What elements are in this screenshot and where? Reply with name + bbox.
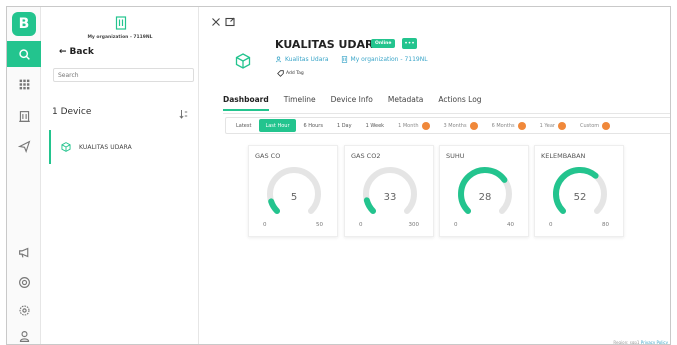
range-custom[interactable]: Custom [574,119,616,132]
device-tabs: Dashboard Timeline Device Info Metadata … [223,95,482,111]
tab-dashboard[interactable]: Dashboard [223,95,269,111]
device-search-input[interactable] [53,68,194,82]
tab-timeline[interactable]: Timeline [284,95,316,111]
device-list-item-label: KUALITAS UDARA [79,143,132,151]
range-6-months[interactable]: 6 Months [486,119,532,132]
tag-icon [277,70,284,77]
range-1-year[interactable]: 1 Year [534,119,572,132]
tab-divider [223,113,670,114]
time-range-selector: Latest Last Hour 6 Hours 1 Day 1 Week 1 … [225,117,670,134]
gauge-fill [458,167,508,214]
gauge-label: SUHU [446,152,465,160]
tab-actions-log[interactable]: Actions Log [438,95,481,111]
blynk-logo[interactable]: B [12,12,36,36]
pro-badge-icon [469,121,478,130]
search-icon[interactable] [7,41,41,67]
pro-badge-icon [602,121,611,130]
range-label: 1 Year [539,122,555,129]
gauge-card-gas-co[interactable]: GAS CO 5 0 50 [248,145,338,237]
send-icon[interactable] [7,133,41,159]
window-controls [211,17,235,27]
range-label: Last Hour [265,122,290,129]
range-6-hours[interactable]: 6 Hours [298,119,329,132]
gauge-fill [552,167,599,214]
organization-name: My organization - 7119NL [87,35,153,40]
gauge-max: 50 [316,222,323,228]
gauge-value: 52 [573,192,587,203]
organization-icon [115,15,127,34]
device-dashboard: KUALITAS UDARA Online ••• Kualitas Udara… [199,7,670,345]
gauge-label: GAS CO2 [351,152,381,160]
add-tag-label: Add Tag [286,71,304,76]
gauge-card-kelembaban[interactable]: KELEMBABAN 52 0 80 [534,145,624,237]
settings-icon[interactable] [7,297,41,323]
app-window: B My organization - 7119NL ← Back Search… [6,6,671,345]
range-1-week[interactable]: 1 Week [360,119,390,132]
cube-icon [61,142,71,152]
pro-badge-icon [517,121,526,130]
pro-badge-icon [421,121,430,130]
range-label: Latest [236,122,252,129]
tab-metadata[interactable]: Metadata [388,95,424,111]
pro-badge-icon [557,121,566,130]
tab-device-info[interactable]: Device Info [331,95,373,111]
gauge-label: KELEMBABAN [541,152,586,160]
add-tag-button[interactable]: Add Tag [277,70,304,77]
gauge-card-suhu[interactable]: SUHU 28 0 40 [439,145,529,237]
gauge-min: 0 [359,222,363,228]
range-1-month[interactable]: 1 Month [392,119,435,132]
range-latest[interactable]: Latest [230,119,257,132]
gauge-max: 300 [408,222,420,228]
range-label: 3 Months [443,122,467,129]
range-label: 6 Months [491,122,515,129]
building-small-icon [341,56,347,63]
gauge-track [363,167,417,214]
gauge-value: 5 [290,192,298,203]
device-count: 1 Device [52,107,92,117]
footer: Region: sgp1 Privacy Policy [613,340,668,345]
icon-rail: B [7,7,41,344]
range-last-hour[interactable]: Last Hour [259,119,296,132]
gauge-card-gas-co2[interactable]: GAS CO2 33 0 300 [344,145,434,237]
gauge-label: GAS CO [255,152,281,160]
gauge-min: 0 [549,222,553,228]
device-meta: Kualitas Udara My organization - 7119NL [275,56,428,63]
user-template-icon [275,56,282,63]
device-list-item[interactable]: KUALITAS UDARA [49,130,199,164]
grid-icon[interactable] [7,71,41,97]
device-cube-icon [235,53,251,73]
footer-region: Region: sgp1 [613,340,640,345]
gauge-track [267,167,321,214]
range-1-day[interactable]: 1 Day [331,119,358,132]
organization-link[interactable]: My organization - 7119NL [351,56,428,63]
gauge-value: 28 [478,192,492,203]
gauge-value: 33 [383,192,397,203]
status-badge: Online [371,39,396,48]
range-label: Custom [579,122,600,129]
building-icon[interactable] [7,103,41,129]
megaphone-icon[interactable] [7,239,41,265]
close-icon[interactable] [211,17,221,27]
range-label: 1 Month [398,122,419,129]
more-actions-button[interactable]: ••• [402,38,417,49]
back-label: Back [69,47,94,57]
user-icon[interactable] [7,323,41,344]
privacy-policy-link[interactable]: Privacy Policy [641,340,668,344]
back-button[interactable]: ← Back [59,47,94,57]
gauge-max: 40 [507,222,514,228]
arrow-left-icon: ← [59,47,67,57]
range-label: 1 Day [336,122,352,129]
range-label: 1 Week [365,122,385,129]
gauge-max: 80 [602,222,609,228]
gauge-min: 0 [454,222,458,228]
sort-icon[interactable] [179,104,188,123]
gauge-min: 0 [263,222,267,228]
device-title: KUALITAS UDARA [275,38,383,51]
template-link[interactable]: Kualitas Udara [285,56,329,63]
range-3-months[interactable]: 3 Months [438,119,484,132]
expand-icon[interactable] [225,17,235,27]
range-label: 6 Hours [303,122,323,129]
help-icon[interactable] [7,269,41,295]
device-sidebar: My organization - 7119NL ← Back 1 Device… [41,7,199,344]
